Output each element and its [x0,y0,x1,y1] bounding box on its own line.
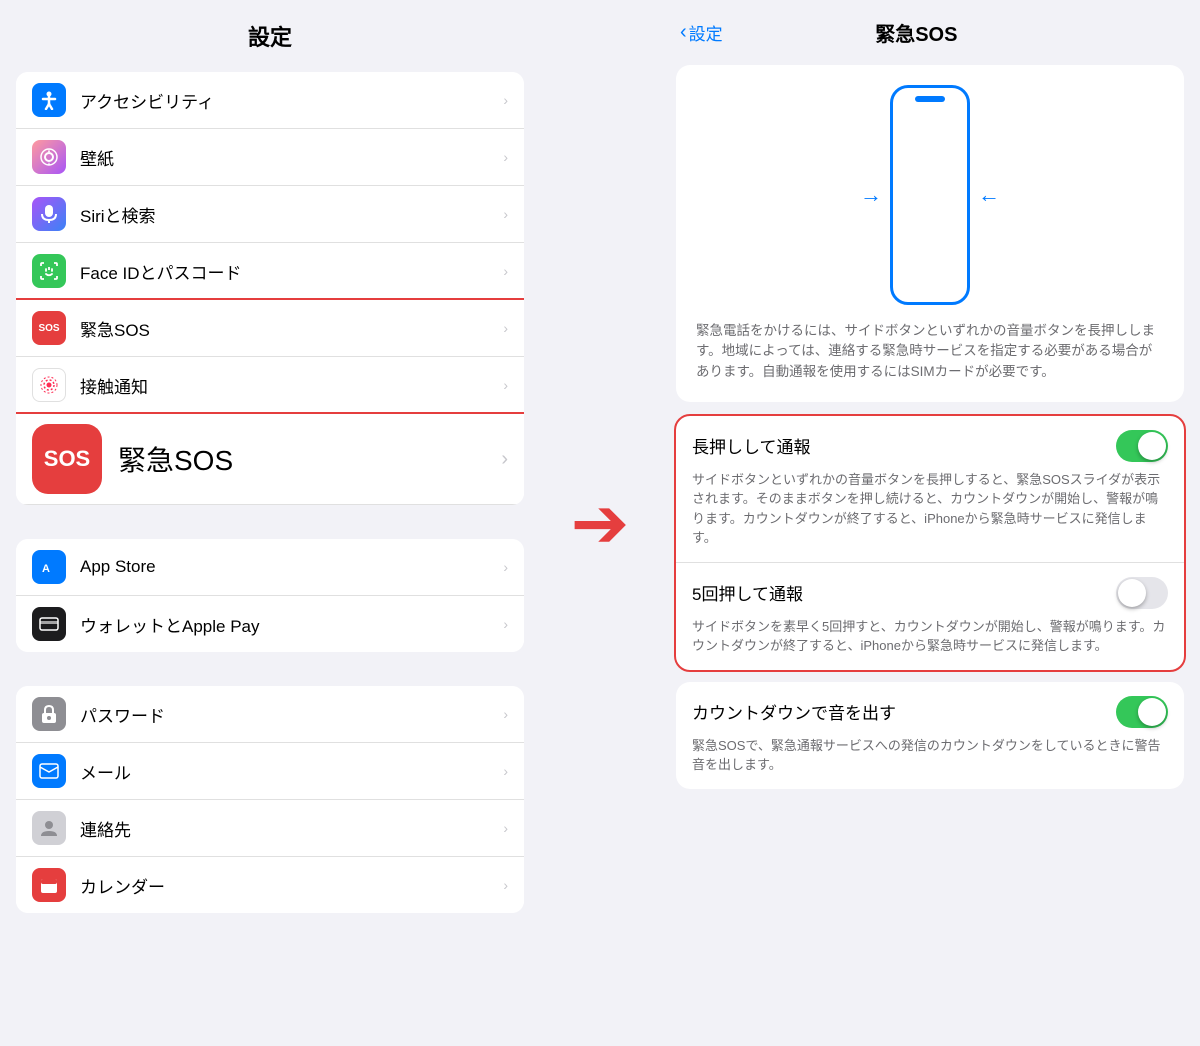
wallpaper-label: 壁紙 [80,145,497,170]
wallpaper-icon [32,140,66,174]
mail-label: メール [80,759,497,784]
phone-illustration: → ← 緊急電話をかけるには、サイドボタンといずれかの音量ボタンを長押しします。… [676,65,1184,402]
settings-item-password[interactable]: パスワード › [16,686,524,743]
toggle-row-long-press: 長押しして通報 [692,430,1168,462]
countdown-row: カウントダウンで音を出す [676,682,1184,736]
right-header: ‹ 設定 緊急SOS [660,0,1200,57]
arrow-right-icon: ← [978,182,1000,208]
password-chevron: › [503,706,508,722]
phone-description: 緊急電話をかけるには、サイドボタンといずれかの音量ボタンを長押しします。地域によ… [696,321,1164,382]
countdown-desc: 緊急SOSで、緊急通報サービスへの発信のカウントダウンをしているときに警告音を出… [676,736,1184,789]
back-chevron-icon: ‹ [680,21,687,44]
settings-group-2: A App Store › ウォレットとApple Pay › [16,539,524,652]
settings-item-mail[interactable]: メール › [16,743,524,800]
sos-chevron: › [503,320,508,336]
toggle-five-press[interactable] [1116,577,1168,609]
arrow-section: ➔ [540,0,660,1046]
settings-item-siri[interactable]: Siriと検索 › [16,186,524,243]
toggle-knob-countdown [1138,698,1166,726]
faceid-chevron: › [503,263,508,279]
settings-item-calendar[interactable]: カレンダー › [16,857,524,913]
siri-chevron: › [503,206,508,222]
toggle-label-five-press: 5回押して通報 [692,580,803,605]
countdown-section: カウントダウンで音を出す 緊急SOSで、緊急通報サービスへの発信のカウントダウン… [676,682,1184,789]
red-arrow: ➔ [571,488,630,558]
settings-item-sos[interactable]: SOS 緊急SOS › [16,300,524,357]
sos-icon: SOS [32,311,66,345]
settings-item-wallet[interactable]: ウォレットとApple Pay › [16,596,524,652]
toggle-label-long-press: 長押しして通報 [692,433,811,458]
accessibility-label: アクセシビリティ [80,88,497,113]
wallpaper-chevron: › [503,149,508,165]
toggle-desc-long-press: サイドボタンといずれかの音量ボタンを長押しすると、緊急SOSスライダが表示されま… [692,470,1168,548]
toggle-knob-long-press [1138,432,1166,460]
right-panel: ‹ 設定 緊急SOS → ← 緊急電話をかけるには、サイドボタンといずれかの音量… [660,0,1200,1046]
calendar-chevron: › [503,877,508,893]
wallet-chevron: › [503,616,508,632]
contacts-chevron: › [503,820,508,836]
phone-body [890,85,970,305]
settings-group-1: アクセシビリティ › 壁紙 › [16,72,524,505]
toggle-countdown[interactable] [1116,696,1168,728]
mail-chevron: › [503,763,508,779]
accessibility-icon [32,83,66,117]
sos-promo-item[interactable]: SOS 緊急SOS › [16,414,524,505]
toggle-item-long-press: 長押しして通報 サイドボタンといずれかの音量ボタンを長押しすると、緊急SOSスラ… [676,416,1184,563]
sos-promo-chevron: › [501,448,508,471]
settings-group-3: パスワード › メール › 連絡先 › [16,686,524,913]
section-gap-1 [0,513,540,531]
toggle-knob-five-press [1118,579,1146,607]
wallet-label: ウォレットとApple Pay [80,612,497,637]
toggle-section: 長押しして通報 サイドボタンといずれかの音量ボタンを長押しすると、緊急SOSスラ… [676,416,1184,670]
sos-icon-text: SOS [44,446,90,472]
left-header: 設定 [0,0,540,64]
settings-item-wallpaper[interactable]: 壁紙 › [16,129,524,186]
exposure-label: 接触通知 [80,373,497,398]
password-icon [32,697,66,731]
phone-diagram: → ← [860,85,1000,305]
svg-text:A: A [42,563,50,575]
faceid-label: Face IDとパスコード [80,259,497,284]
mail-icon [32,754,66,788]
toggle-long-press[interactable] [1116,430,1168,462]
contacts-icon [32,811,66,845]
settings-item-contacts[interactable]: 連絡先 › [16,800,524,857]
faceid-icon [32,254,66,288]
appstore-icon: A [32,550,66,584]
settings-item-exposure[interactable]: 接触通知 › [16,357,524,414]
toggle-row-five-press: 5回押して通報 [692,577,1168,609]
calendar-label: カレンダー [80,873,497,898]
phone-notch [915,96,945,102]
exposure-icon [32,368,66,402]
back-label: 設定 [689,20,723,45]
settings-item-faceid[interactable]: Face IDとパスコード › [16,243,524,300]
right-title: 緊急SOS [723,18,1110,47]
accessibility-chevron: › [503,92,508,108]
sos-label: 緊急SOS [80,316,497,341]
sos-big-icon: SOS [32,424,102,494]
settings-item-appstore[interactable]: A App Store › [16,539,524,596]
arrow-left-icon: → [860,182,882,208]
contacts-label: 連絡先 [80,816,497,841]
left-panel: 設定 アクセシビリティ › [0,0,540,1046]
siri-icon [32,197,66,231]
toggle-item-five-press: 5回押して通報 サイドボタンを素早く5回押すと、カウントダウンが開始し、警報が鳴… [676,563,1184,670]
siri-label: Siriと検索 [80,202,497,227]
section-gap-2 [0,660,540,678]
wallet-icon [32,607,66,641]
settings-item-accessibility[interactable]: アクセシビリティ › [16,72,524,129]
appstore-chevron: › [503,559,508,575]
appstore-label: App Store [80,557,497,577]
sos-promo-label: 緊急SOS [118,439,233,479]
toggle-desc-five-press: サイドボタンを素早く5回押すと、カウントダウンが開始し、警報が鳴ります。カウント… [692,617,1168,656]
calendar-icon [32,868,66,902]
back-button[interactable]: ‹ 設定 [680,20,723,45]
password-label: パスワード [80,702,497,727]
exposure-chevron: › [503,377,508,393]
countdown-label: カウントダウンで音を出す [692,699,896,724]
